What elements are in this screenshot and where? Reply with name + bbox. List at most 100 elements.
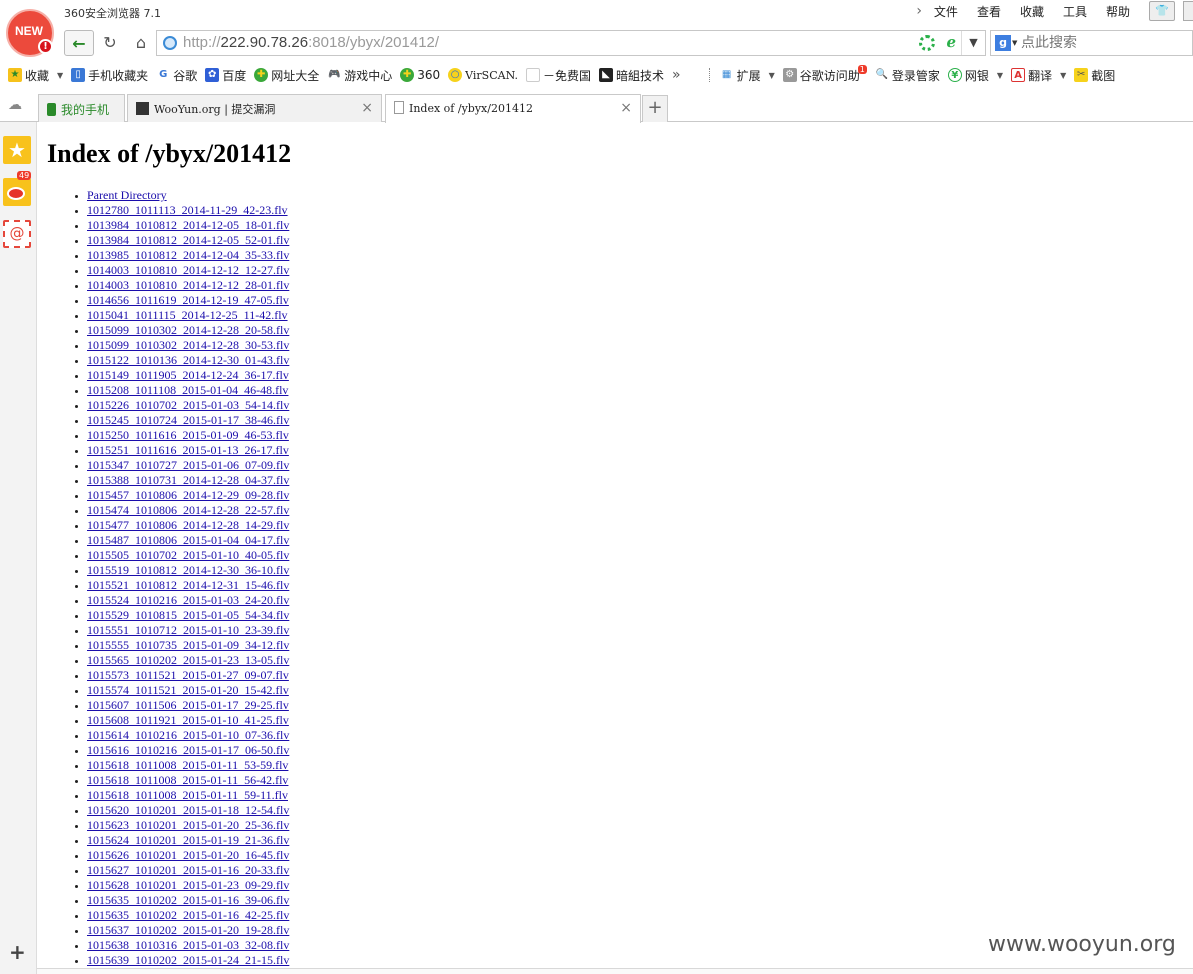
engine-dropdown-icon[interactable]: ▼ (1012, 39, 1017, 47)
extension-screenshot[interactable]: ✂ 截图 (1074, 67, 1115, 84)
sidebar-weibo[interactable]: 49 (3, 171, 32, 206)
bookmarks-more-button[interactable]: » (672, 67, 681, 83)
file-link[interactable]: 1015624_1010201_2015-01-19_21-36.flv (87, 833, 289, 847)
file-link[interactable]: 1015635_1010202_2015-01-16_42-25.flv (87, 908, 289, 922)
chevron-down-icon[interactable]: ▼ (57, 71, 63, 80)
file-link[interactable]: 1015639_1010202_2015-01-24_21-15.flv (87, 953, 289, 967)
file-link[interactable]: 1015347_1010727_2015-01-06_07-09.flv (87, 458, 289, 472)
extension-google-helper[interactable]: ⚙ 谷歌访问助 1 (782, 64, 867, 84)
file-link[interactable]: 1015618_1011008_2015-01-11_53-59.flv (87, 758, 288, 772)
file-link[interactable]: 1015555_1010735_2015-01-09_34-12.flv (87, 638, 289, 652)
file-link[interactable]: 1015457_1010806_2014-12-29_09-28.flv (87, 488, 289, 502)
bookmark-mobile[interactable]: ▯ 手机收藏夹 (71, 67, 148, 84)
file-link[interactable]: 1015505_1010702_2015-01-10_40-05.flv (87, 548, 289, 562)
file-link[interactable]: 1015614_1010216_2015-01-10_07-36.flv (87, 728, 289, 742)
file-link[interactable]: 1015208_1011108_2015-01-04_46-48.flv (87, 383, 288, 397)
browser-logo[interactable]: NEW ! (6, 9, 54, 57)
file-link[interactable]: 1015226_1010702_2015-01-03_54-14.flv (87, 398, 289, 412)
new-tab-button[interactable]: + (642, 95, 668, 122)
file-link[interactable]: 1014003_1010810_2014-12-12_28-01.flv (87, 278, 289, 292)
file-link[interactable]: 1015618_1011008_2015-01-11_56-42.flv (87, 773, 288, 787)
file-link[interactable]: 1015521_1010812_2014-12-31_15-46.flv (87, 578, 289, 592)
file-link[interactable]: 1015099_1010302_2014-12-28_30-53.flv (87, 338, 289, 352)
chevron-down-icon[interactable]: ▼ (997, 71, 1003, 80)
file-link[interactable]: 1015524_1010216_2015-01-03_24-20.flv (87, 593, 289, 607)
parent-directory-link[interactable]: Parent Directory (87, 188, 167, 202)
home-button[interactable]: ⌂ (127, 30, 155, 56)
ie-compat-icon[interactable]: ℯ (946, 33, 956, 51)
file-link[interactable]: 1015388_1010731_2014-12-28_04-37.flv (87, 473, 289, 487)
tab-index-of[interactable]: Index of /ybyx/201412 × (385, 94, 641, 123)
bookmark-google[interactable]: G 谷歌 (156, 67, 197, 84)
menu-favorites[interactable]: 收藏 (1020, 3, 1044, 20)
file-link[interactable]: 1015616_1010216_2015-01-17_06-50.flv (87, 743, 289, 757)
file-link[interactable]: 1015474_1010806_2014-12-28_22-57.flv (87, 503, 289, 517)
cloud-icon[interactable]: ☁ (8, 98, 26, 112)
bookmark-free[interactable]: －免费国 (526, 67, 591, 84)
file-link[interactable]: 1015637_1010202_2015-01-20_19-28.flv (87, 923, 289, 937)
search-input[interactable] (1021, 33, 1189, 53)
extension-translate[interactable]: A 翻译 ▼ (1011, 67, 1066, 84)
file-link[interactable]: 1015551_1010712_2015-01-10_23-39.flv (87, 623, 289, 637)
bookmark-game-center[interactable]: 🎮 游戏中心 (327, 67, 392, 84)
file-link[interactable]: 1015122_1010136_2014-12-30_01-43.flv (87, 353, 289, 367)
bookmark-favorites[interactable]: ★ 收藏 ▼ (8, 67, 63, 84)
file-link[interactable]: 1015627_1010201_2015-01-16_20-33.flv (87, 863, 289, 877)
chevron-down-icon[interactable]: ▼ (769, 71, 775, 80)
file-link[interactable]: 1015638_1010316_2015-01-03_32-08.flv (87, 938, 289, 952)
file-link[interactable]: 1015099_1010302_2014-12-28_20-58.flv (87, 323, 289, 337)
chevron-down-icon[interactable]: ▼ (1060, 71, 1066, 80)
file-link[interactable]: 1015626_1010201_2015-01-20_16-45.flv (87, 848, 289, 862)
bookmark-dark-team[interactable]: ◣ 暗組技术 (599, 67, 664, 84)
extension-login-manager[interactable]: 🔍 登录管家 (874, 67, 940, 84)
file-link[interactable]: 1015623_1010201_2015-01-20_25-36.flv (87, 818, 289, 832)
skin-button[interactable]: 👕 (1149, 1, 1175, 21)
file-link[interactable]: 1015635_1010202_2015-01-16_39-06.flv (87, 893, 289, 907)
file-link[interactable]: 1012780_1011113_2014-11-29_42-23.flv (87, 203, 288, 217)
tab-my-phone[interactable]: 我的手机 (38, 94, 125, 122)
file-link[interactable]: 1015245_1010724_2015-01-17_38-46.flv (87, 413, 289, 427)
file-link[interactable]: 1015620_1010201_2015-01-18_12-54.flv (87, 803, 289, 817)
menu-help[interactable]: 帮助 (1106, 3, 1130, 20)
file-link[interactable]: 1013985_1010812_2014-12-04_35-33.flv (87, 248, 289, 262)
search-box[interactable]: g ▼ (990, 30, 1193, 56)
close-icon[interactable]: × (361, 100, 373, 116)
file-link[interactable]: 1015618_1011008_2015-01-11_59-11.flv (87, 788, 288, 802)
file-link[interactable]: 1013984_1010812_2014-12-05_52-01.flv (87, 233, 289, 247)
menu-file[interactable]: 文件 (934, 3, 958, 20)
file-link[interactable]: 1015529_1010815_2015-01-05_54-34.flv (87, 608, 289, 622)
sidebar-add-button[interactable]: + (9, 940, 26, 964)
menu-tools[interactable]: 工具 (1063, 3, 1087, 20)
file-link[interactable]: 1014003_1010810_2014-12-12_12-27.flv (87, 263, 289, 277)
file-link[interactable]: 1015251_1011616_2015-01-13_26-17.flv (87, 443, 289, 457)
sidebar-favorites[interactable]: ★ (3, 136, 31, 164)
file-link[interactable]: 1015041_1011115_2014-12-25_11-42.flv (87, 308, 288, 322)
refresh-button[interactable]: ↻ (96, 30, 124, 56)
file-link[interactable]: 1013984_1010812_2014-12-05_18-01.flv (87, 218, 289, 232)
file-link[interactable]: 1015573_1011521_2015-01-27_09-07.flv (87, 668, 289, 682)
file-link[interactable]: 1015519_1010812_2014-12-30_36-10.flv (87, 563, 289, 577)
bookmark-360[interactable]: ✚ 360 (400, 68, 440, 82)
extension-manager[interactable]: ▦ 扩展 ▼ (719, 67, 775, 84)
file-link[interactable]: 1015149_1011905_2014-12-24_36-17.flv (87, 368, 289, 382)
file-link[interactable]: 1015477_1010806_2014-12-28_14-29.flv (87, 518, 289, 532)
extension-online-banking[interactable]: ¥ 网银 ▼ (947, 67, 1003, 84)
security-scan-icon[interactable] (919, 35, 935, 51)
file-link[interactable]: 1015628_1010201_2015-01-23_09-29.flv (87, 878, 289, 892)
sidebar-mail[interactable]: @ (3, 220, 31, 248)
address-bar[interactable]: http://222.90.78.26:8018/ybyx/201412/ ℯ … (156, 30, 986, 56)
bookmark-hao360[interactable]: ✚ 网址大全 (254, 67, 319, 84)
bookmark-baidu[interactable]: ✿ 百度 (205, 67, 246, 84)
chevron-down-icon[interactable]: ▼ (961, 31, 985, 55)
search-engine-icon[interactable]: g (995, 35, 1011, 51)
tab-wooyun[interactable]: WooYun.org | 提交漏洞 × (127, 94, 382, 122)
close-icon[interactable]: × (620, 100, 632, 116)
back-button[interactable]: ← (64, 30, 94, 56)
window-controls[interactable] (1183, 1, 1193, 21)
file-link[interactable]: 1015487_1010806_2015-01-04_04-17.flv (87, 533, 289, 547)
file-link[interactable]: 1014656_1011619_2014-12-19_47-05.flv (87, 293, 289, 307)
file-link[interactable]: 1015574_1011521_2015-01-20_15-42.flv (87, 683, 289, 697)
file-link[interactable]: 1015607_1011506_2015-01-17_29-25.flv (87, 698, 289, 712)
menu-view[interactable]: 查看 (977, 3, 1001, 20)
chevron-right-icon[interactable]: › (916, 3, 922, 19)
